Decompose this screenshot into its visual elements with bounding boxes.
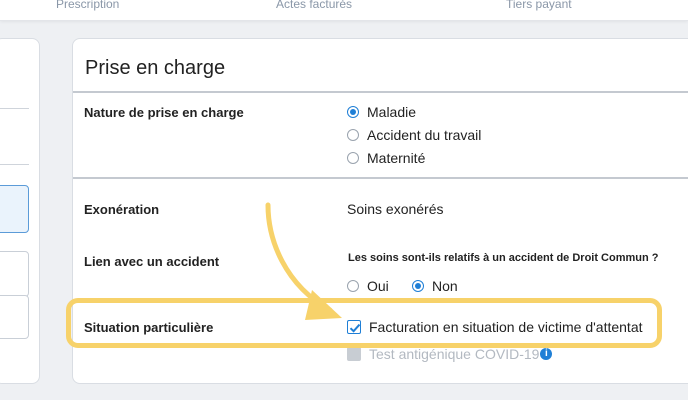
annotation-arrow-icon (265, 202, 342, 320)
